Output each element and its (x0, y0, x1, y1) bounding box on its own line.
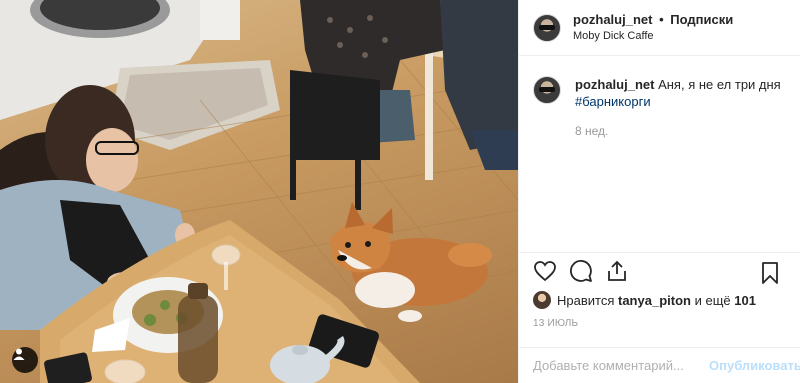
post-side-panel: pozhaluj_net • Подписки Moby Dick Caffe … (518, 0, 800, 383)
likes-prefix: Нравится (557, 292, 615, 308)
liker-username[interactable]: tanya_piton (618, 293, 691, 308)
post-location[interactable]: Moby Dick Caffe (573, 28, 733, 44)
follow-button[interactable]: Подписки (670, 12, 733, 27)
likes-count[interactable]: 101 (734, 293, 756, 308)
post-date[interactable]: 13 ИЮЛЬ (519, 312, 800, 340)
author-username[interactable]: pozhaluj_net (573, 12, 652, 27)
caption-username[interactable]: pozhaluj_net (575, 77, 654, 92)
liker-avatar[interactable] (533, 291, 551, 309)
post-header: pozhaluj_net • Подписки Moby Dick Caffe (519, 0, 800, 56)
caption-avatar[interactable] (533, 76, 561, 104)
caption-text: Аня, я не ел три дня (658, 77, 781, 92)
action-bar (519, 252, 800, 288)
comments-section: pozhaluj_net Аня, я не ел три дня #барни… (519, 56, 800, 252)
photo-illustration (0, 0, 518, 383)
caption-hashtag[interactable]: #барникорги (575, 94, 651, 109)
comment-input[interactable] (533, 358, 709, 373)
heart-icon[interactable] (533, 259, 557, 283)
likes-line: Нравится tanya_piton и ещё 101 (519, 288, 800, 312)
comment-icon[interactable] (569, 259, 593, 283)
author-avatar[interactable] (533, 13, 561, 42)
user-tag-icon[interactable] (12, 347, 38, 373)
caption-time[interactable]: 8 нед. (575, 123, 781, 140)
post-photo[interactable] (0, 0, 518, 383)
bookmark-icon[interactable] (758, 261, 782, 285)
add-comment-box: Опубликовать (519, 347, 800, 383)
likes-suffix: и ещё (694, 292, 731, 308)
header-separator: • (659, 11, 664, 27)
publish-button[interactable]: Опубликовать (709, 358, 800, 373)
share-icon[interactable] (605, 259, 629, 283)
caption-comment: pozhaluj_net Аня, я не ел три дня #барни… (533, 76, 786, 140)
